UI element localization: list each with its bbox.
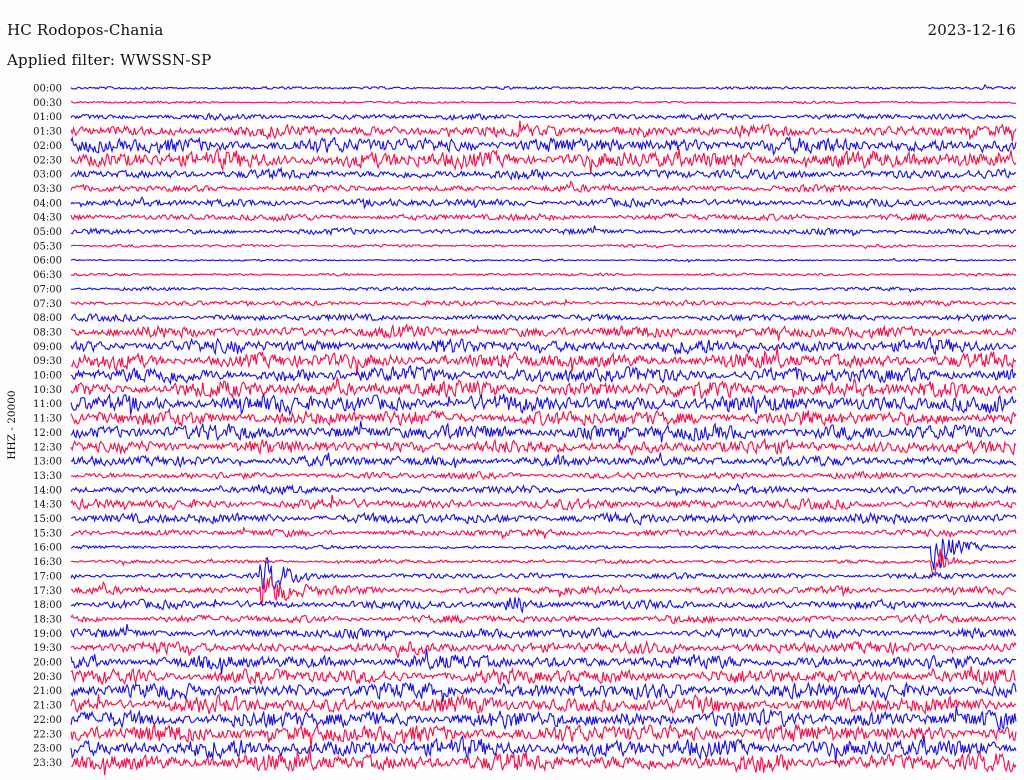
row-label: 02:00 [33,141,62,152]
row-label: 23:30 [33,758,62,769]
trace-row [70,747,1017,776]
trace-row [70,470,1017,481]
trace-row [70,681,1017,702]
row-label: 04:30 [33,213,62,224]
row-label: 23:00 [33,744,62,755]
trace-row [71,510,1017,526]
trace-row [70,180,1017,194]
trace-row [70,298,1017,307]
time-labels: 00:00 00:30 01:00 01:30 02:00 02:30 03:00 03:30… [33,84,62,769]
trace-row [70,346,1017,376]
row-label: 11:00 [33,399,62,410]
row-label: 10:00 [33,371,62,382]
row-label: 12:00 [33,428,62,439]
trace-row [70,83,1017,90]
row-label: 13:30 [33,471,62,482]
trace-row [70,392,1017,417]
row-label: 10:30 [33,385,62,396]
row-label: 07:30 [33,299,62,310]
row-label: 12:30 [33,442,62,453]
trace-row [70,212,1017,222]
row-label: 22:30 [33,729,62,740]
row-label: 09:30 [33,356,62,367]
row-label: 05:30 [33,241,62,252]
trace-row [70,613,1017,625]
trace-row [70,375,1017,400]
row-label: 20:30 [33,672,62,683]
row-label: 04:00 [33,198,62,209]
trace-row [70,574,1017,605]
trace-row [70,666,1017,686]
trace-row [70,596,1017,614]
row-label: 03:30 [33,184,62,195]
trace-row [70,166,1017,181]
trace-row [70,336,1017,356]
trace-row [70,257,1017,264]
trace-row [70,407,1017,427]
row-label: 07:00 [33,284,62,295]
row-label: 14:00 [33,485,62,496]
row-label: 03:00 [33,170,62,181]
trace-row [70,196,1017,210]
trace-row [70,538,1017,570]
row-label: 00:30 [33,98,62,109]
row-label: 21:30 [33,701,62,712]
trace-row [70,437,1017,457]
trace-row [70,494,1017,511]
seismogram-plot: 00:00 00:30 01:00 01:30 02:00 02:30 03:00 03:30… [33,83,1017,776]
trace-row [70,452,1017,469]
row-label: 16:00 [33,543,62,554]
trace-row [70,364,1017,386]
trace-row [70,272,1017,277]
trace-row [70,623,1017,642]
trace-row [70,312,1017,323]
row-label: 06:30 [33,270,62,281]
row-label: 17:30 [33,586,62,597]
row-label: 01:30 [33,127,62,138]
trace-row [70,722,1017,748]
row-label: 06:00 [33,256,62,267]
row-label: 20:00 [33,658,62,669]
row-label: 01:00 [33,112,62,123]
row-label: 13:00 [33,457,62,468]
row-label: 19:30 [33,643,62,654]
row-label: 19:00 [33,629,62,640]
row-label: 14:30 [33,500,62,511]
trace-row [70,225,1017,238]
row-label: 05:00 [33,227,62,238]
trace-row [70,120,1017,142]
row-label: 09:00 [33,342,62,353]
row-label: 16:30 [33,557,62,568]
trace-row [70,285,1017,293]
row-label: 15:30 [33,528,62,539]
traces [70,83,1017,776]
row-label: 00:00 [33,84,62,95]
trace-row [70,147,1017,174]
trace-row [70,243,1017,250]
row-label: 08:30 [33,327,62,338]
trace-row [70,693,1017,716]
row-label: 15:00 [33,514,62,525]
row-label: 08:00 [33,313,62,324]
trace-row [70,112,1017,122]
row-label: 18:30 [33,614,62,625]
trace-row [70,100,1017,105]
row-label: 22:00 [33,715,62,726]
trace-row [70,706,1017,731]
trace-row [70,482,1017,496]
row-label: 02:30 [33,155,62,166]
row-label: 21:00 [33,686,62,697]
trace-row [70,548,1017,578]
trace-row [70,640,1017,658]
row-label: 18:00 [33,600,62,611]
trace-row [70,556,1017,591]
row-label: 17:00 [33,571,62,582]
trace-row [71,323,1017,341]
row-label: 11:30 [33,414,62,425]
trace-row [70,525,1017,540]
